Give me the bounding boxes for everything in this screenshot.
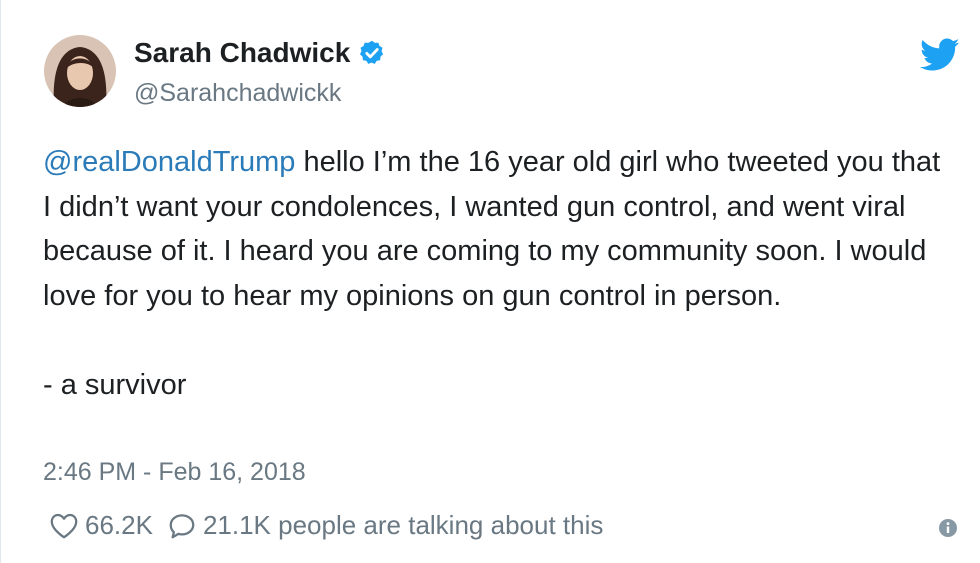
- mention-link[interactable]: @realDonaldTrump: [43, 146, 295, 178]
- tweet-paragraph: @realDonaldTrump hello I’m the 16 year o…: [43, 140, 943, 318]
- tweet-signature: - a survivor: [43, 368, 187, 401]
- like-count[interactable]: 66.2K: [85, 510, 153, 541]
- talking-count[interactable]: 21.1K people are talking about this: [203, 510, 603, 541]
- author-avatar[interactable]: [44, 35, 116, 107]
- embedded-tweet-card: Sarah Chadwick @Sarahchadwickk @realDona…: [0, 0, 980, 563]
- speech-bubble-icon[interactable]: [167, 511, 197, 541]
- tweet-timestamp[interactable]: 2:46 PM - Feb 16, 2018: [43, 458, 306, 487]
- author-name-text[interactable]: Sarah Chadwick: [134, 37, 350, 69]
- info-icon[interactable]: [938, 518, 958, 538]
- twitter-bird-icon[interactable]: [920, 38, 960, 72]
- author-handle[interactable]: @Sarahchadwickk: [134, 79, 341, 108]
- author-display-name[interactable]: Sarah Chadwick: [134, 37, 386, 69]
- tweet-text: @realDonaldTrump hello I’m the 16 year o…: [43, 140, 943, 407]
- tweet-actions: 66.2K 21.1K people are talking about thi…: [49, 510, 603, 541]
- verified-badge-icon: [358, 39, 386, 67]
- heart-icon[interactable]: [49, 511, 79, 541]
